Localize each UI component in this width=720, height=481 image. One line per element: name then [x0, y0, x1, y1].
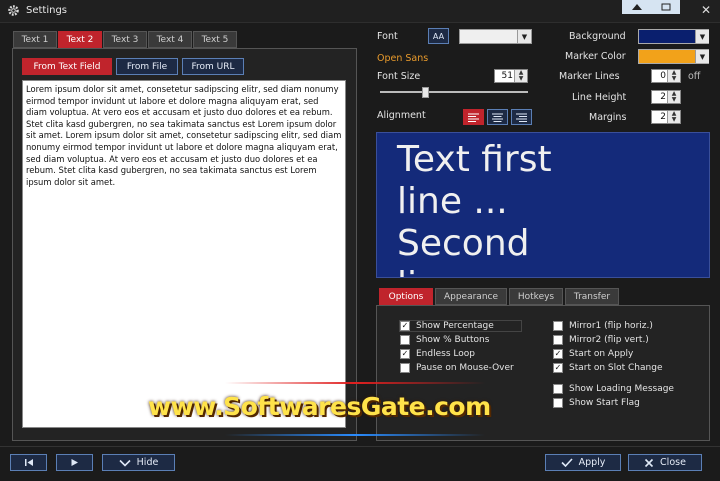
checkbox-start-on-slot-change[interactable]: ✓: [553, 363, 563, 373]
pause-mouse-over-label: Pause on Mouse-Over: [416, 363, 514, 373]
preview-line-3: Second: [397, 223, 530, 264]
line-height-stepper[interactable]: 2 ▲ ▼: [651, 90, 681, 104]
from-file-button[interactable]: From File: [116, 58, 178, 75]
checkbox-pause-mouse-over[interactable]: [400, 363, 410, 373]
play-icon: [71, 459, 78, 466]
marker-lines-suffix: off: [688, 71, 701, 82]
marker-color-picker[interactable]: ▼: [638, 49, 709, 64]
align-left-button[interactable]: [463, 109, 484, 125]
tab-text-3[interactable]: Text 3: [103, 31, 147, 48]
tab-text-4[interactable]: Text 4: [148, 31, 192, 48]
checkbox-show-pct-buttons[interactable]: [400, 335, 410, 345]
align-right-icon: [516, 113, 527, 122]
gear-icon: [7, 4, 20, 20]
watermark: www.SoftwaresGate.com: [148, 392, 491, 421]
checkmark-icon: [561, 458, 573, 467]
preview-line-1: Text first: [397, 139, 552, 180]
from-url-button[interactable]: From URL: [182, 58, 244, 75]
background-label: Background: [569, 31, 626, 42]
watermark-line-top: [225, 382, 485, 384]
stepper-arrows-icon[interactable]: ▲ ▼: [667, 70, 680, 82]
start-on-apply-label: Start on Apply: [569, 349, 634, 359]
stepper-arrows-icon[interactable]: ▲ ▼: [514, 70, 527, 82]
skip-start-icon: [24, 459, 33, 466]
skip-start-button[interactable]: [10, 454, 47, 471]
checkbox-mirror2[interactable]: [553, 335, 563, 345]
align-left-icon: [468, 113, 479, 122]
endless-loop-label: Endless Loop: [416, 349, 475, 359]
title-bar: Settings ✕: [0, 0, 720, 23]
show-percentage-label: Show Percentage: [416, 321, 494, 331]
checkbox-show-percentage[interactable]: ✓: [400, 321, 410, 331]
tab-text-1[interactable]: Text 1: [13, 31, 57, 48]
close-window-button[interactable]: ✕: [692, 1, 720, 19]
slider-thumb[interactable]: [422, 87, 429, 98]
checkbox-start-on-apply[interactable]: ✓: [553, 349, 563, 359]
minimize-button[interactable]: [622, 0, 652, 14]
preview-line-4: li: [397, 265, 417, 277]
restore-button[interactable]: [652, 0, 680, 14]
chevron-down-icon: ▼: [695, 30, 709, 43]
hide-button[interactable]: Hide: [102, 454, 175, 471]
apply-button[interactable]: Apply: [545, 454, 621, 471]
start-on-slot-change-label: Start on Slot Change: [569, 363, 663, 373]
mirror2-label: Mirror2 (flip vert.): [569, 335, 649, 345]
font-size-stepper[interactable]: 51 ▲ ▼: [494, 69, 528, 83]
mirror1-label: Mirror1 (flip horiz.): [569, 321, 653, 331]
from-text-field-button[interactable]: From Text Field: [22, 58, 112, 75]
chevron-down-icon: ▼: [517, 30, 531, 43]
current-font-name: Open Sans: [377, 53, 429, 64]
marker-color-label: Marker Color: [565, 51, 626, 62]
text-input-area[interactable]: Lorem ipsum dolor sit amet, consetetur s…: [22, 80, 346, 428]
close-icon: [644, 458, 654, 467]
alignment-label: Alignment: [377, 110, 426, 121]
background-color-picker[interactable]: ▼: [638, 29, 709, 44]
tab-text-2[interactable]: Text 2: [58, 31, 102, 48]
align-center-icon: [492, 113, 503, 122]
font-dropdown[interactable]: ▼: [459, 29, 532, 44]
stepper-arrows-icon[interactable]: ▲ ▼: [667, 111, 680, 123]
preview-line-2: line ...: [397, 181, 508, 222]
marker-lines-label: Marker Lines: [559, 71, 620, 82]
line-height-label: Line Height: [572, 92, 627, 103]
close-icon: ✕: [700, 3, 712, 17]
align-right-button[interactable]: [511, 109, 532, 125]
tab-transfer[interactable]: Transfer: [565, 288, 619, 305]
window-title: Settings: [26, 5, 68, 16]
show-loading-message-label: Show Loading Message: [569, 384, 674, 394]
text-preview: Text first line ... Second li: [376, 132, 710, 278]
restore-icon: [661, 3, 671, 11]
font-size-slider[interactable]: [380, 87, 528, 98]
up-arrow-icon: [632, 4, 642, 10]
checkbox-show-loading-message[interactable]: [553, 384, 563, 394]
tab-appearance[interactable]: Appearance: [435, 288, 507, 305]
tab-text-5[interactable]: Text 5: [193, 31, 237, 48]
checkbox-show-start-flag[interactable]: [553, 398, 563, 408]
margins-label: Margins: [589, 112, 627, 123]
marker-lines-stepper[interactable]: 0 ▲ ▼: [651, 69, 681, 83]
chevron-down-icon: ▼: [695, 50, 709, 63]
chevron-down-icon: [119, 459, 131, 467]
stepper-arrows-icon[interactable]: ▲ ▼: [667, 91, 680, 103]
font-picker-button[interactable]: AA: [428, 28, 449, 44]
show-start-flag-label: Show Start Flag: [569, 398, 640, 408]
tab-options[interactable]: Options: [379, 288, 433, 305]
play-button[interactable]: [56, 454, 93, 471]
show-pct-buttons-label: Show % Buttons: [416, 335, 490, 345]
font-size-label: Font Size: [377, 71, 421, 82]
font-icon: AA: [432, 31, 445, 41]
close-button[interactable]: Close: [628, 454, 702, 471]
checkbox-mirror1[interactable]: [553, 321, 563, 331]
margins-stepper[interactable]: 2 ▲ ▼: [651, 110, 681, 124]
align-center-button[interactable]: [487, 109, 508, 125]
font-label: Font: [377, 31, 398, 42]
checkbox-endless-loop[interactable]: ✓: [400, 349, 410, 359]
tab-hotkeys[interactable]: Hotkeys: [509, 288, 563, 305]
watermark-line-bottom: [225, 434, 485, 436]
